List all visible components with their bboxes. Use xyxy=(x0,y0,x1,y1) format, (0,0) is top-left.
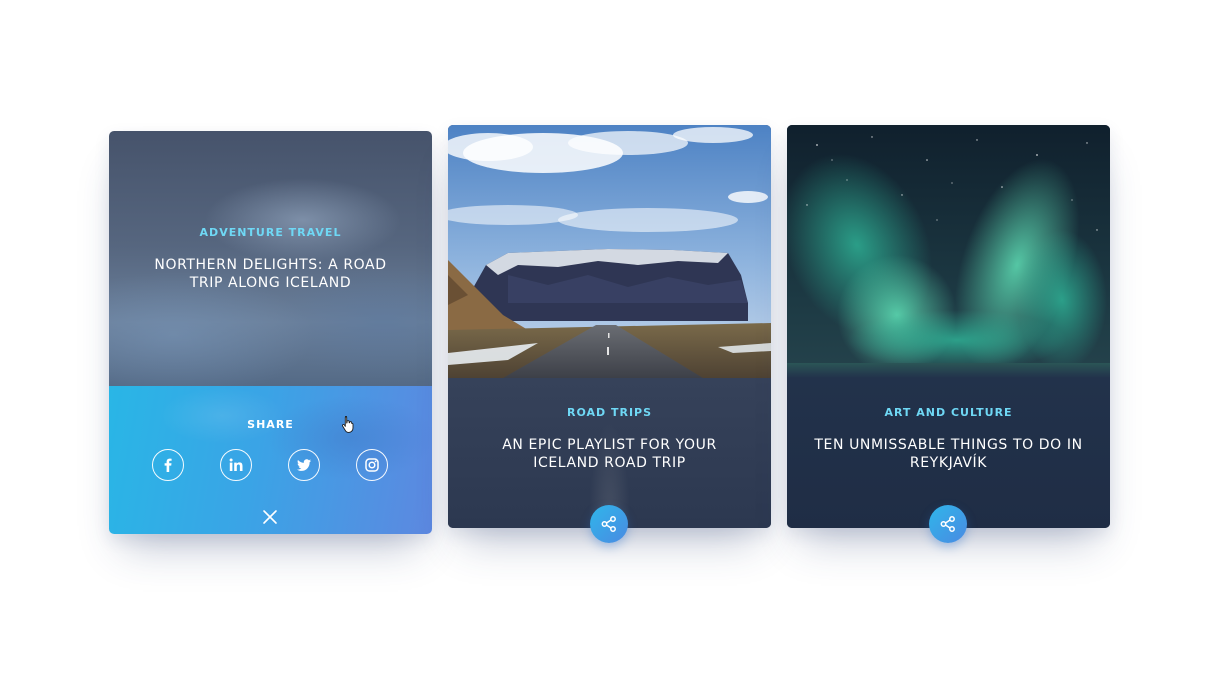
article-card-art-and-culture[interactable]: ART AND CULTURE TEN UNMISSABLE THINGS TO… xyxy=(787,125,1110,528)
facebook-icon xyxy=(164,458,172,472)
card-title[interactable]: AN EPIC PLAYLIST FOR YOUR ICELAND ROAD T… xyxy=(473,436,746,472)
road-mountain-image xyxy=(448,125,771,378)
card-category: ADVENTURE TRAVEL xyxy=(199,226,342,239)
card-title[interactable]: NORTHERN DELIGHTS: A ROAD TRIP ALONG ICE… xyxy=(139,256,402,292)
close-share-button[interactable] xyxy=(260,507,280,527)
share-icon xyxy=(601,516,616,532)
twitter-share-button[interactable] xyxy=(288,449,320,481)
share-label: SHARE xyxy=(247,418,294,431)
aurora-image xyxy=(787,125,1110,378)
article-card-road-trips[interactable]: ROAD TRIPS AN EPIC PLAYLIST FOR YOUR ICE… xyxy=(448,125,771,528)
linkedin-share-button[interactable] xyxy=(220,449,252,481)
hand-cursor-icon xyxy=(342,416,354,433)
close-icon xyxy=(263,510,277,524)
twitter-icon xyxy=(297,459,311,471)
instagram-icon xyxy=(365,458,379,472)
article-card-adventure-travel[interactable]: ADVENTURE TRAVEL NORTHERN DELIGHTS: A RO… xyxy=(109,131,432,534)
instagram-share-button[interactable] xyxy=(356,449,388,481)
share-button[interactable] xyxy=(929,505,967,543)
card-category: ART AND CULTURE xyxy=(884,406,1013,419)
share-button[interactable] xyxy=(590,505,628,543)
facebook-share-button[interactable] xyxy=(152,449,184,481)
card-title[interactable]: TEN UNMISSABLE THINGS TO DO IN REYKJAVÍK xyxy=(812,436,1085,472)
card-category: ROAD TRIPS xyxy=(566,406,653,419)
linkedin-icon xyxy=(229,458,243,471)
cards-stage: ADVENTURE TRAVEL NORTHERN DELIGHTS: A RO… xyxy=(0,0,1220,700)
share-icon xyxy=(940,516,955,532)
